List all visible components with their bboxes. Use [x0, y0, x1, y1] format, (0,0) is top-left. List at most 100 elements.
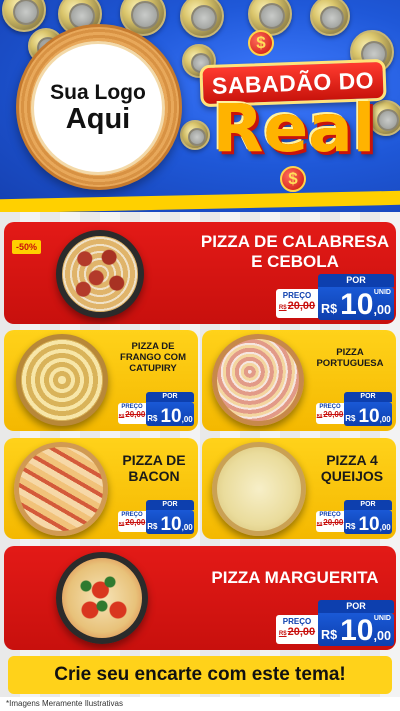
old-price-value: 20,00 [287, 626, 316, 638]
price-value: R$ 10 ,00 UNID [318, 287, 394, 320]
logo-text-line1: Sua Logo [50, 80, 146, 104]
price-cents: ,00 [379, 523, 391, 533]
footnote: *Imagens Meramente Ilustrativas [0, 697, 400, 711]
product-name: PIZZA 4 QUEIJOS [310, 452, 394, 484]
product-name: PIZZA PORTUGUESA [306, 347, 394, 370]
preco-label: PREÇO [282, 617, 312, 626]
product-name-line: PIZZA DE [122, 452, 186, 468]
old-price-value: 20,00 [323, 410, 344, 419]
price-tag: POR PREÇO R$20,00 R$ 10 ,00 [118, 392, 194, 426]
por-label: POR [344, 500, 392, 510]
price-integer: 10 [340, 288, 374, 321]
old-price: R$20,00 [316, 518, 344, 527]
old-price-currency: R$ [118, 521, 125, 526]
price-value: R$ 10 ,00 [344, 510, 392, 534]
old-price-currency: R$ [316, 413, 323, 418]
product-name-line: CATUPIRY [129, 362, 177, 374]
product-name-line: PIZZA 4 [326, 452, 378, 468]
product-name-line: PIZZA DE CALABRESA [200, 232, 390, 251]
promo-title: $ SABADÃO DO Real $ [194, 30, 390, 192]
old-price-box: PREÇO R$20,00 [118, 403, 146, 424]
product-name: PIZZA DE FRANGO COM CATUPIRY [110, 341, 196, 375]
old-price-box: PREÇO R$20,00 [316, 403, 344, 424]
por-label: POR [146, 392, 194, 402]
price-integer: 10 [160, 406, 182, 427]
por-label: POR [146, 500, 194, 510]
old-price: R$20,00 [316, 410, 344, 419]
pizza-4-queijos-image [212, 442, 306, 536]
old-price-value: 20,00 [125, 410, 146, 419]
price-cents: ,00 [379, 415, 391, 425]
pizza-portuguesa-image [212, 334, 304, 426]
pizza-frango-image [16, 334, 108, 426]
product-name: PIZZA MARGUERITA [200, 568, 390, 588]
old-price: R$20,00 [276, 626, 318, 638]
price-tag: POR PREÇO R$20,00 R$ 10 ,00 [316, 500, 392, 534]
price-tag: POR PREÇO R$20,00 R$ 10 ,00 [118, 500, 194, 534]
product-name-line: QUEIJOS [320, 468, 384, 485]
price-integer: 10 [358, 406, 380, 427]
dollar-coin-icon: $ [280, 166, 306, 192]
coin-icon [2, 0, 46, 32]
price-cents: ,00 [181, 523, 193, 533]
old-price-box: PREÇO R$20,00 [276, 615, 318, 644]
old-price-currency: R$ [316, 521, 323, 526]
product-name-line: PORTUGUESA [316, 357, 384, 369]
cta-banner[interactable]: Crie seu encarte com este tema! [8, 656, 392, 694]
product-name-line: E CEBOLA [251, 251, 339, 271]
price-integer: 10 [160, 514, 182, 535]
unit-label: UNID [373, 289, 391, 296]
por-label: POR [318, 274, 394, 287]
price-tag: POR PREÇO R$20,00 R$ 10 ,00 UNID [276, 274, 394, 320]
logo-text-line2: Aqui [65, 102, 131, 135]
pizza-bacon-image [14, 442, 108, 536]
product-name-line: BACON [128, 468, 180, 485]
product-card-frango[interactable]: PIZZA DE FRANGO COM CATUPIRY POR PREÇO R… [4, 330, 198, 431]
coin-icon [180, 0, 224, 38]
preco-label: PREÇO [282, 291, 312, 300]
price-currency: R$ [345, 522, 356, 532]
price-currency: R$ [321, 301, 338, 316]
product-card-calabresa[interactable]: -50% PIZZA DE CALABRESA E CEBOLA POR PRE… [4, 222, 396, 324]
old-price: R$20,00 [276, 300, 318, 312]
old-price-currency: R$ [118, 413, 125, 418]
promo-title-main: Real [212, 90, 376, 167]
product-card-marguerita[interactable]: PIZZA MARGUERITA POR PREÇO R$20,00 R$ 10… [4, 546, 396, 650]
price-cents: ,00 [373, 629, 391, 644]
price-cents: ,00 [181, 415, 193, 425]
price-value: R$ 10 ,00 [146, 510, 194, 534]
price-integer: 10 [340, 614, 374, 647]
logo-placeholder[interactable]: Sua Logo Aqui [34, 44, 162, 172]
old-price-value: 20,00 [125, 518, 146, 527]
price-value: R$ 10 ,00 [146, 402, 194, 426]
product-card-4-queijos[interactable]: PIZZA 4 QUEIJOS POR PREÇO R$20,00 R$ 10 … [202, 438, 396, 539]
unit-label: UNID [373, 615, 391, 622]
yellow-ribbon [0, 190, 400, 212]
old-price-value: 20,00 [287, 300, 316, 312]
pizza-marguerita-image [56, 552, 148, 644]
price-tag: POR PREÇO R$20,00 R$ 10 ,00 [316, 392, 392, 426]
old-price: R$20,00 [118, 410, 146, 419]
por-label: POR [344, 392, 392, 402]
product-name: PIZZA DE CALABRESA E CEBOLA [200, 232, 390, 271]
price-tag: POR PREÇO R$20,00 R$ 10 ,00 UNID [276, 600, 394, 646]
product-card-portuguesa[interactable]: PIZZA PORTUGUESA POR PREÇO R$20,00 R$ 10… [202, 330, 396, 431]
price-value: R$ 10 ,00 [344, 402, 392, 426]
product-name-line: PIZZA MARGUERITA [211, 568, 379, 587]
price-cents: ,00 [373, 303, 391, 318]
coin-icon [310, 0, 350, 36]
old-price-currency: R$ [278, 631, 287, 637]
price-integer: 10 [358, 514, 380, 535]
dollar-coin-icon: $ [248, 30, 274, 56]
por-label: POR [318, 600, 394, 613]
old-price-box: PREÇO R$20,00 [316, 511, 344, 532]
price-currency: R$ [147, 414, 158, 424]
product-card-bacon[interactable]: PIZZA DE BACON POR PREÇO R$20,00 R$ 10 ,… [4, 438, 198, 539]
product-name: PIZZA DE BACON [112, 452, 196, 484]
old-price-currency: R$ [278, 305, 287, 311]
old-price: R$20,00 [118, 518, 146, 527]
old-price-box: PREÇO R$20,00 [276, 289, 318, 318]
price-currency: R$ [345, 414, 356, 424]
pizza-calabresa-image [56, 230, 144, 318]
price-currency: R$ [321, 627, 338, 642]
